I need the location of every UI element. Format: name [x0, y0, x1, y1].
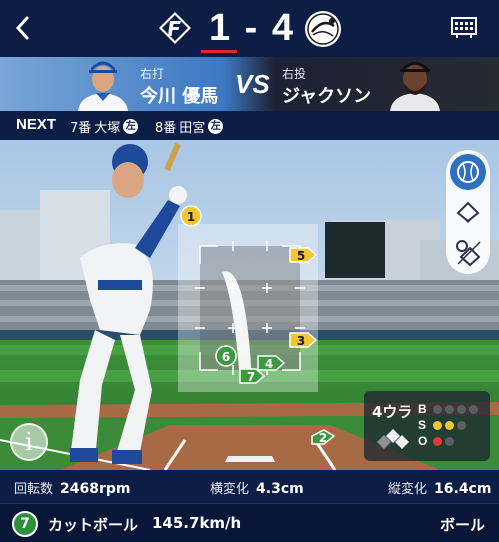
pitch-marker-label: 3 — [297, 334, 305, 348]
scoreboard-icon[interactable] — [451, 17, 477, 39]
inning-label: 4ウラ — [372, 403, 413, 421]
pitch-result: ボール — [440, 516, 486, 534]
pitch-type: カットボール — [48, 516, 139, 534]
vertical-break-label: 縦変化 — [388, 482, 428, 497]
pitch-marker-label: 6 — [222, 350, 230, 364]
strikes-row: S — [418, 418, 466, 432]
pitch-stats-bar: 回転数 2468rpm 横変化 4.3cm 縦変化 16.4cm — [0, 470, 499, 503]
outs-letter: O — [418, 434, 428, 448]
score-underline — [201, 50, 237, 53]
balls-row: B — [418, 402, 478, 416]
game-score: 1 - 4 — [208, 7, 296, 49]
batting-hand-badge: 左 — [123, 119, 139, 134]
matchup-band: 右打 今川 優馬 VS 右投 ジャクソン — [0, 57, 499, 111]
marines-chiba-lotte-logo-icon[interactable] — [304, 10, 342, 48]
batter-name: 田宮 — [179, 121, 206, 136]
batting-order: 7番 — [70, 121, 92, 136]
back-chevron-icon[interactable] — [12, 14, 34, 42]
next-batter-item[interactable]: 8番 田宮 左 — [155, 117, 224, 136]
batter-name[interactable]: 今川 優馬 — [140, 82, 218, 108]
strike-dot — [445, 420, 454, 430]
ball-dot — [457, 404, 466, 414]
outs-row: O — [418, 434, 454, 448]
ball-dot — [469, 404, 478, 414]
strikes-label: S — [418, 418, 427, 432]
view-toggle-group — [446, 150, 490, 274]
batting-hand-badge: 左 — [208, 119, 224, 134]
score-header: 1 - 4 — [0, 0, 499, 57]
pitch-speed: 145.7km/h — [152, 514, 242, 532]
strike-dot — [457, 420, 466, 430]
app-root: 1 - 4 右打 今川 優馬 VS 右投 ジャクソン NEXT 7番 大塚 左 … — [0, 0, 499, 542]
pitch-marker-label: 4 — [265, 357, 273, 371]
pitcher-photo[interactable] — [386, 57, 444, 111]
fighters-f-logo-icon[interactable] — [158, 11, 192, 45]
out-dot — [445, 436, 454, 446]
horizontal-break-label: 横変化 — [210, 482, 250, 497]
pitch-marker-label: 5 — [297, 249, 305, 263]
bases-diamond-icon — [377, 429, 409, 449]
spin-rate-stat: 回転数 2468rpm — [14, 478, 131, 497]
pitcher-role: 右投 — [282, 67, 307, 81]
pitch-marker[interactable]: 6 — [215, 345, 237, 367]
info-icon[interactable]: i — [10, 423, 48, 461]
next-batters-bar: NEXT 7番 大塚 左 8番 田宮 左 — [0, 111, 499, 140]
spin-rate-value: 2468rpm — [60, 481, 131, 497]
pitch-view-baseball-icon[interactable] — [450, 154, 486, 190]
ball-dot — [433, 404, 442, 414]
lineup-diamond-icon[interactable] — [450, 234, 486, 270]
spin-rate-label: 回転数 — [14, 482, 54, 497]
pitch-summary-bar: 7 カットボール 145.7km/h ボール — [0, 503, 499, 542]
batter-photo[interactable] — [74, 57, 132, 111]
vertical-break-value: 16.4cm — [434, 481, 492, 497]
pitch-marker-label: 1 — [187, 210, 195, 224]
count-panel: 4ウラ B S O — [364, 391, 490, 461]
horizontal-break-value: 4.3cm — [256, 481, 304, 497]
batting-order: 8番 — [155, 121, 177, 136]
vs-label: VS — [235, 69, 270, 99]
balls-label: B — [418, 402, 427, 416]
vertical-break-stat: 縦変化 16.4cm — [388, 478, 491, 497]
next-label: NEXT — [16, 116, 57, 133]
pitch-number-badge: 7 — [12, 511, 38, 537]
batter-role: 右打 — [140, 67, 165, 81]
strike-dot — [433, 420, 442, 430]
out-dot — [433, 436, 442, 446]
pitch-marker-label: 2 — [319, 431, 327, 445]
field-diamond-icon[interactable] — [450, 194, 486, 230]
pitcher-name[interactable]: ジャクソン — [282, 82, 371, 108]
next-batter-item[interactable]: 7番 大塚 左 — [70, 117, 139, 136]
batter-name: 大塚 — [94, 121, 121, 136]
pitch-marker-label: 7 — [247, 370, 255, 384]
ball-dot — [445, 404, 454, 414]
pitch-marker[interactable]: 1 — [180, 205, 202, 227]
horizontal-break-stat: 横変化 4.3cm — [210, 478, 304, 497]
